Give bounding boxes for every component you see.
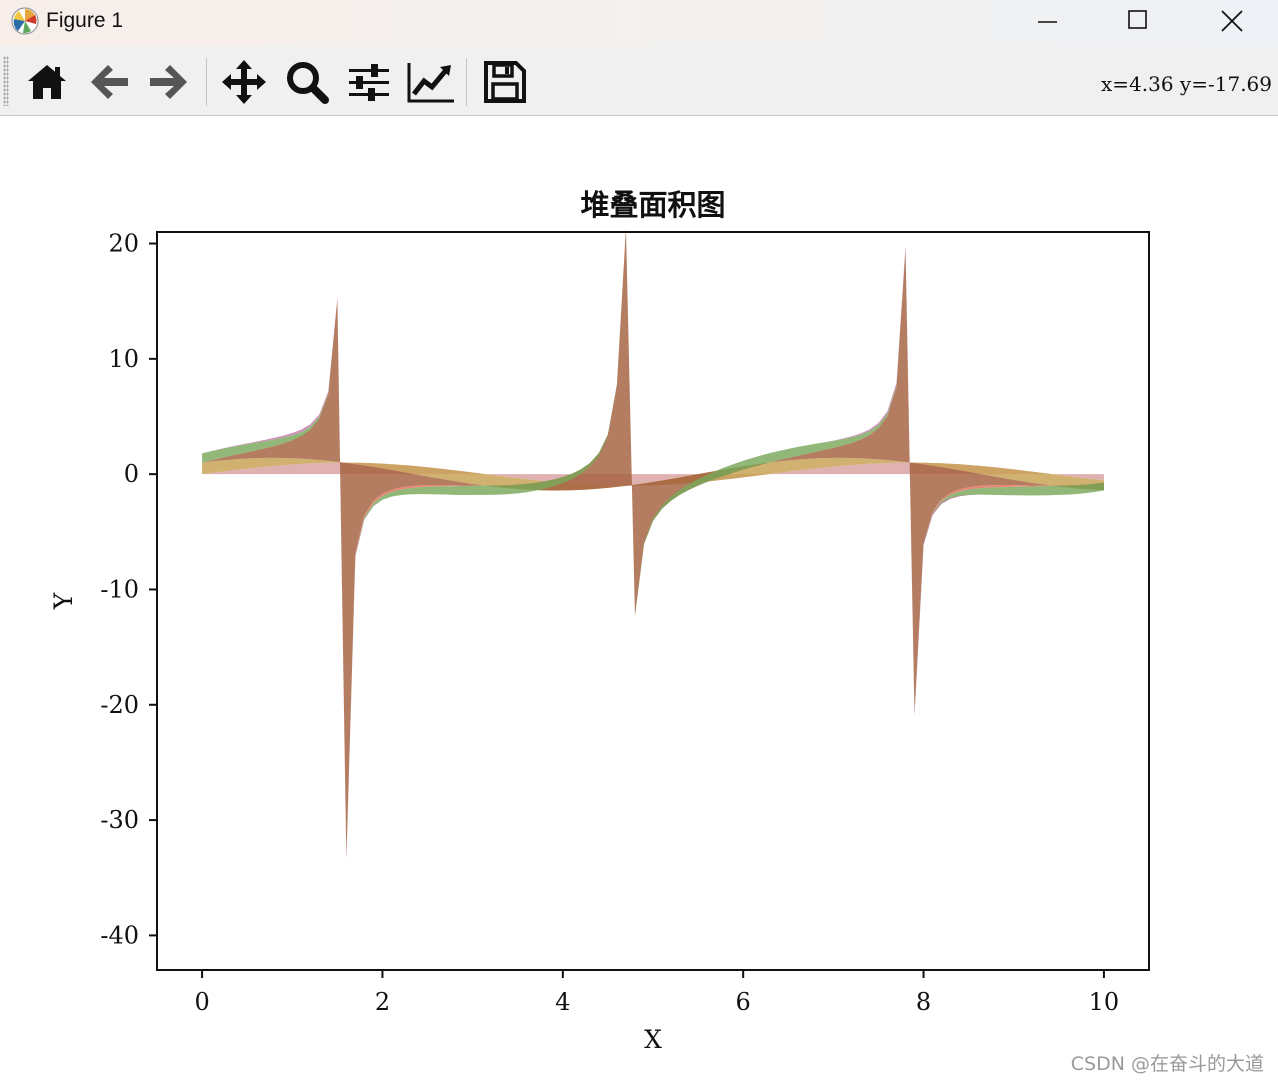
y-axis-ticks: 20 10 0 -10 -20 -30 -40	[100, 230, 157, 949]
x-tick-label: 4	[555, 988, 570, 1016]
close-icon	[1221, 10, 1243, 32]
line-chart-icon	[407, 63, 454, 103]
minimize-icon	[1038, 21, 1057, 23]
x-tick-label: 10	[1089, 988, 1120, 1016]
configure-subplots-button[interactable]	[346, 59, 392, 105]
search-icon	[287, 62, 329, 104]
y-axis-label: Y	[49, 592, 78, 610]
maximize-icon	[1128, 10, 1147, 29]
home-icon	[28, 65, 66, 99]
matplotlib-logo-icon	[11, 7, 39, 35]
y-tick-label: -30	[100, 806, 139, 834]
area-series-group	[202, 228, 1104, 860]
y-tick-label: 10	[108, 345, 139, 373]
watermark: CSDN @在奋斗的大道	[1070, 1053, 1264, 1075]
close-button[interactable]	[1207, 0, 1253, 44]
save-button[interactable]	[482, 59, 528, 105]
edit-axis-button[interactable]	[406, 59, 454, 105]
arrow-right-icon	[150, 65, 187, 99]
floppy-disk-icon	[484, 61, 526, 103]
figure-canvas[interactable]: 堆叠面积图 0 2 4 6 8 10 20 10 0 -10 -20 -30 -40 X Y CSDN…	[0, 117, 1278, 1082]
move-icon	[222, 60, 266, 104]
back-button[interactable]	[86, 59, 132, 105]
y-tick-label: -40	[100, 921, 139, 949]
home-button[interactable]	[24, 59, 70, 105]
stacked-area-chart[interactable]: 堆叠面积图 0 2 4 6 8 10 20 10 0 -10 -20 -30 -40 X Y	[0, 117, 1278, 1082]
coordinate-readout: x=4.36 y=-17.69	[1101, 72, 1272, 96]
area-series-3	[202, 228, 1104, 858]
zoom-button[interactable]	[284, 59, 330, 105]
y-tick-label: -10	[100, 575, 139, 603]
window-title: Figure 1	[46, 9, 124, 32]
x-axis-label: X	[644, 1025, 662, 1054]
y-tick-label: -20	[100, 691, 139, 719]
pan-button[interactable]	[221, 59, 267, 105]
toolbar-grip[interactable]	[3, 56, 9, 106]
toolbar-separator	[466, 58, 467, 106]
x-tick-label: 2	[375, 988, 390, 1016]
y-tick-label: 0	[124, 460, 139, 488]
y-tick-label: 20	[108, 230, 139, 258]
plot-frame	[156, 231, 1150, 971]
chart-title: 堆叠面积图	[580, 188, 725, 222]
x-tick-label: 0	[194, 988, 209, 1016]
sliders-icon	[349, 64, 389, 101]
x-tick-label: 8	[916, 988, 931, 1016]
navigation-toolbar: x=4.36 y=-17.69	[0, 46, 1278, 116]
arrow-left-icon	[91, 65, 128, 99]
minimize-button[interactable]	[1024, 0, 1070, 44]
maximize-button[interactable]	[1114, 0, 1160, 44]
x-axis-ticks: 0 2 4 6 8 10	[194, 970, 1119, 1016]
x-tick-label: 6	[736, 988, 751, 1016]
toolbar-separator	[206, 58, 207, 106]
window-titlebar[interactable]: Figure 1	[0, 0, 1278, 46]
forward-button[interactable]	[146, 59, 192, 105]
